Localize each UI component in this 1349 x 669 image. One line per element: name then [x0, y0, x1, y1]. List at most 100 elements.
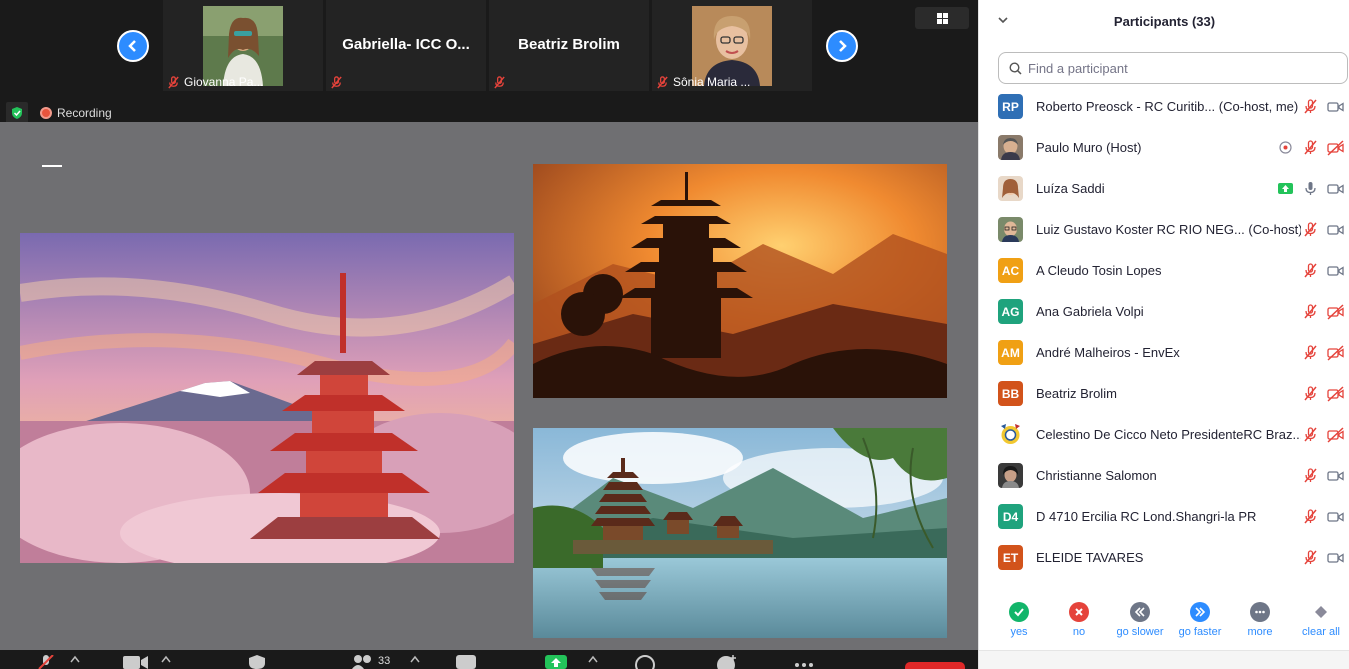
video-camera-icon[interactable] [123, 655, 149, 669]
more-icon[interactable] [793, 655, 815, 669]
zoom-window: Giovanna Pa... Gabriella- ICC O... Beatr… [0, 0, 1349, 669]
participant-row[interactable]: Christianne Salomon [979, 455, 1349, 496]
video-tile-giovanna[interactable]: Giovanna Pa... [163, 0, 323, 91]
participant-search[interactable] [998, 52, 1348, 84]
tile-name: Beatriz Brolim [518, 36, 620, 53]
filmstrip-next-button[interactable] [826, 30, 858, 62]
recording-status-icon [1279, 141, 1292, 154]
participant-row[interactable]: RP Roberto Preosck - RC Curitib... (Co-ho… [979, 86, 1349, 127]
participant-status-icons [1302, 467, 1344, 484]
tile-name: Giovanna Pa... [184, 75, 264, 89]
reaction-more-button[interactable]: more [1230, 602, 1290, 638]
avatar-photo [998, 422, 1023, 447]
caret-up-icon[interactable] [161, 655, 171, 663]
reaction-clear-all-button[interactable]: clear all [1291, 602, 1349, 638]
avatar [998, 463, 1023, 488]
mic-icon[interactable] [1302, 180, 1319, 197]
avatar-initials: AM [1001, 345, 1020, 360]
participant-row[interactable]: Luiz Gustavo Koster RC RIO NEG... (Co-ho… [979, 209, 1349, 250]
mute-icon[interactable] [37, 655, 55, 669]
avatar: ET [998, 545, 1023, 570]
avatar-initials: AC [1001, 263, 1020, 278]
video-icon[interactable] [1327, 549, 1344, 566]
video-off-icon[interactable] [1327, 139, 1344, 156]
video-icon[interactable] [1327, 467, 1344, 484]
video-icon[interactable] [1327, 262, 1344, 279]
security-shield-icon[interactable] [6, 102, 28, 124]
mic-muted-icon[interactable] [1302, 508, 1319, 525]
participants-icon[interactable] [352, 655, 374, 669]
record-dot-icon [40, 107, 52, 119]
mic-muted-icon [331, 76, 342, 89]
chevron-down-icon[interactable] [997, 14, 1009, 26]
mic-muted-icon [657, 75, 668, 89]
participant-row[interactable]: Celestino De Cicco Neto PresidenteRC Bra… [979, 414, 1349, 455]
recording-indicator[interactable]: Recording [40, 106, 112, 120]
participant-row[interactable]: AM André Malheiros - EnvEx [979, 332, 1349, 373]
search-input[interactable] [1028, 60, 1328, 76]
video-icon[interactable] [1327, 221, 1344, 238]
mic-muted-icon[interactable] [1302, 303, 1319, 320]
participant-row[interactable]: AG Ana Gabriela Volpi [979, 291, 1349, 332]
video-tile-sonia[interactable]: Sônia Maria ... [652, 0, 812, 91]
share-screen-icon[interactable] [545, 655, 567, 669]
participant-row[interactable]: ET ELEIDE TAVARES [979, 537, 1349, 578]
participant-status-icons [1277, 180, 1344, 197]
video-off-icon[interactable] [1327, 385, 1344, 402]
reaction-circle [1190, 602, 1210, 622]
mic-muted-icon[interactable] [1302, 139, 1319, 156]
mic-muted-icon[interactable] [1302, 262, 1319, 279]
video-off-icon[interactable] [1327, 426, 1344, 443]
mic-muted-icon[interactable] [1302, 467, 1319, 484]
participant-name: Roberto Preosck - RC Curitib... (Co-host… [1036, 99, 1299, 114]
participant-row[interactable]: Luíza Saddi [979, 168, 1349, 209]
participant-name: A Cleudo Tosin Lopes [1036, 263, 1162, 278]
screen-share-area [0, 122, 978, 650]
mic-muted-icon[interactable] [1302, 426, 1319, 443]
participant-row[interactable]: D4 D 4710 Ercilia RC Lond.Shangri-la PR [979, 496, 1349, 537]
x-icon [1075, 608, 1083, 616]
tile-name: Sônia Maria ... [673, 75, 751, 89]
more-dots-icon [1255, 610, 1265, 614]
security-icon[interactable] [248, 655, 266, 669]
sharing-screen-icon [1278, 183, 1293, 194]
record-icon[interactable] [634, 655, 656, 669]
mic-muted-icon[interactable] [1302, 344, 1319, 361]
video-icon[interactable] [1327, 508, 1344, 525]
participant-status-icons [1302, 549, 1344, 566]
participant-name: André Malheiros - EnvEx [1036, 345, 1180, 360]
reaction-yes-button[interactable]: yes [989, 602, 1049, 638]
avatar-photo [998, 176, 1023, 201]
video-off-icon[interactable] [1327, 303, 1344, 320]
reactions-icon[interactable] [716, 655, 738, 669]
caret-up-icon[interactable] [70, 655, 80, 663]
mic-muted-icon[interactable] [1302, 98, 1319, 115]
video-tile-gabriella[interactable]: Gabriella- ICC O... [326, 0, 486, 91]
participant-row[interactable]: BB Beatriz Brolim [979, 373, 1349, 414]
filmstrip-prev-button[interactable] [117, 30, 149, 62]
participant-row[interactable]: Paulo Muro (Host) [979, 127, 1349, 168]
participant-row[interactable]: AC A Cleudo Tosin Lopes [979, 250, 1349, 291]
mic-muted-icon[interactable] [1302, 385, 1319, 402]
avatar: AC [998, 258, 1023, 283]
view-button[interactable] [915, 7, 969, 29]
reaction-circle [1130, 602, 1150, 622]
mic-muted-icon[interactable] [1302, 221, 1319, 238]
avatar [998, 217, 1023, 242]
video-icon[interactable] [1327, 98, 1344, 115]
reaction-go-faster-button[interactable]: go faster [1170, 602, 1230, 638]
chat-icon[interactable] [456, 655, 476, 669]
video-tile-beatriz[interactable]: Beatriz Brolim [489, 0, 649, 91]
reaction-go-slower-button[interactable]: go slower [1110, 602, 1170, 638]
mic-muted-icon[interactable] [1302, 549, 1319, 566]
video-icon[interactable] [1327, 180, 1344, 197]
participants-count: 33 [378, 655, 391, 667]
participant-name: Ana Gabriela Volpi [1036, 304, 1144, 319]
reaction-no-button[interactable]: no [1049, 602, 1109, 638]
participant-status-icons [1302, 303, 1344, 320]
caret-up-icon[interactable] [588, 655, 598, 663]
video-off-icon[interactable] [1327, 344, 1344, 361]
caret-up-icon[interactable] [410, 655, 420, 663]
participant-name: Celestino De Cicco Neto PresidenteRC Bra… [1036, 427, 1301, 442]
end-meeting-button[interactable] [905, 662, 965, 669]
